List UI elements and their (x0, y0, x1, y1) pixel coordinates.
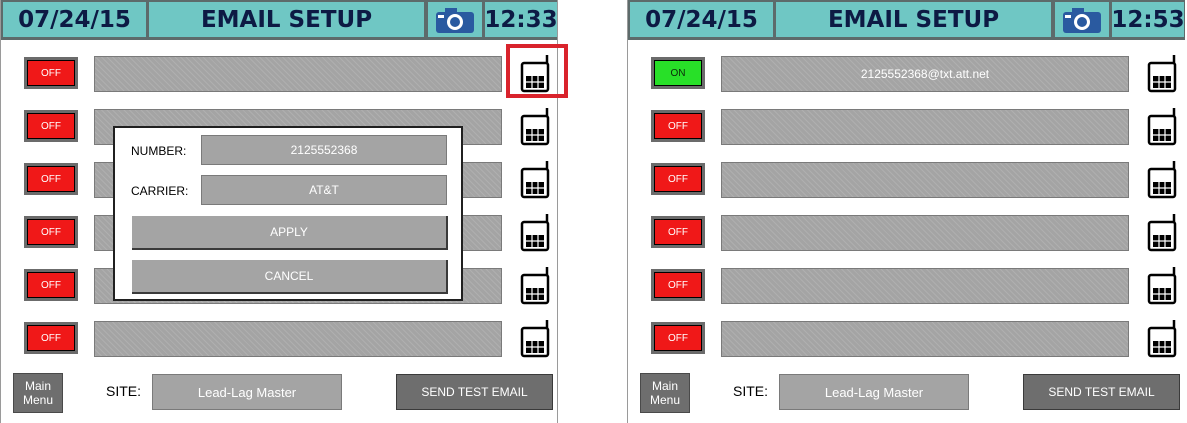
main-menu-line1: Main (24, 379, 51, 393)
toggle-button[interactable]: OFF (24, 322, 78, 354)
left-screen: 07/24/15 EMAIL SETUP 12:33 OFF OFF OFF O… (0, 0, 568, 423)
site-field[interactable]: Lead-Lag Master (779, 374, 969, 410)
recipient-field[interactable] (721, 215, 1129, 251)
page-title: EMAIL SETUP (149, 2, 424, 37)
recipient-field[interactable] (721, 268, 1129, 304)
phone-icon[interactable] (518, 265, 552, 305)
recipient-field[interactable] (94, 321, 502, 357)
toggle-button[interactable]: OFF (24, 163, 78, 195)
main-menu-button[interactable]: Main Menu (640, 373, 690, 413)
recipient-field[interactable]: 2125552368@txt.att.net (721, 56, 1129, 92)
number-label: NUMBER: (131, 144, 187, 158)
phone-icon[interactable] (518, 106, 552, 146)
phone-icon[interactable] (1145, 212, 1179, 252)
recipient-row: OFF (1, 53, 557, 93)
recipient-row: OFF (1, 318, 557, 358)
toggle-state: OFF (27, 325, 75, 351)
carrier-field[interactable]: AT&T (201, 175, 447, 205)
toggle-button[interactable]: OFF (651, 269, 705, 301)
header-date: 07/24/15 (3, 2, 146, 37)
recipient-field[interactable] (721, 109, 1129, 145)
recipient-row: OFF (628, 318, 1185, 358)
header-date: 07/24/15 (630, 2, 773, 37)
recipient-row: OFF (628, 212, 1185, 252)
phone-icon[interactable] (1145, 318, 1179, 358)
phone-icon[interactable] (518, 212, 552, 252)
site-field[interactable]: Lead-Lag Master (152, 374, 342, 410)
toggle-button[interactable]: OFF (651, 110, 705, 142)
main-menu-button[interactable]: Main Menu (13, 373, 63, 413)
toggle-button[interactable]: OFF (651, 216, 705, 248)
toggle-button[interactable]: OFF (24, 216, 78, 248)
toggle-button[interactable]: OFF (651, 163, 705, 195)
toggle-state: OFF (27, 166, 75, 192)
header-time: 12:33 (484, 2, 558, 37)
page-title: EMAIL SETUP (776, 2, 1051, 37)
selection-highlight (506, 44, 568, 98)
phone-icon[interactable] (1145, 265, 1179, 305)
toggle-state: OFF (654, 325, 702, 351)
toggle-button[interactable]: OFF (24, 269, 78, 301)
header-bar: 07/24/15 EMAIL SETUP 12:33 (1, 0, 558, 40)
toggle-state: ON (654, 60, 702, 86)
apply-button[interactable]: APPLY (132, 216, 448, 250)
send-test-email-button[interactable]: SEND TEST EMAIL (396, 374, 553, 410)
recipient-field[interactable] (94, 56, 502, 92)
recipient-field[interactable] (721, 321, 1129, 357)
header-bar: 07/24/15 EMAIL SETUP 12:53 (628, 0, 1185, 40)
toggle-state: OFF (654, 113, 702, 139)
site-label: SITE: (733, 383, 769, 399)
carrier-label: CARRIER: (131, 184, 189, 198)
toggle-state: OFF (654, 219, 702, 245)
phone-icon[interactable] (518, 318, 552, 358)
toggle-state: OFF (654, 272, 702, 298)
phone-icon[interactable] (1145, 53, 1179, 93)
main-menu-line2: Menu (22, 393, 54, 407)
toggle-state: OFF (27, 113, 75, 139)
phone-entry-dialog: NUMBER: 2125552368 CARRIER: AT&T APPLY C… (113, 126, 463, 301)
toggle-state: OFF (27, 272, 75, 298)
main-menu-line1: Main (651, 379, 678, 393)
send-test-email-button[interactable]: SEND TEST EMAIL (1023, 374, 1180, 410)
main-menu-line2: Menu (649, 393, 681, 407)
camera-icon[interactable] (428, 2, 482, 37)
toggle-state: OFF (27, 219, 75, 245)
number-field[interactable]: 2125552368 (201, 135, 447, 165)
phone-icon[interactable] (518, 159, 552, 199)
recipient-row: ON 2125552368@txt.att.net (628, 53, 1185, 93)
toggle-button[interactable]: OFF (24, 57, 78, 89)
phone-icon[interactable] (1145, 159, 1179, 199)
recipient-row: OFF (628, 106, 1185, 146)
header-time: 12:53 (1111, 2, 1185, 37)
recipient-row: OFF (628, 265, 1185, 305)
phone-icon[interactable] (1145, 106, 1179, 146)
toggle-button[interactable]: ON (651, 57, 705, 89)
toggle-state: OFF (27, 60, 75, 86)
recipient-field[interactable] (721, 162, 1129, 198)
toggle-button[interactable]: OFF (651, 322, 705, 354)
toggle-state: OFF (654, 166, 702, 192)
site-label: SITE: (106, 383, 142, 399)
recipient-row: OFF (628, 159, 1185, 199)
camera-icon[interactable] (1055, 2, 1109, 37)
right-screen: 07/24/15 EMAIL SETUP 12:53 ON 2125552368… (627, 0, 1185, 423)
cancel-button[interactable]: CANCEL (132, 260, 448, 294)
toggle-button[interactable]: OFF (24, 110, 78, 142)
